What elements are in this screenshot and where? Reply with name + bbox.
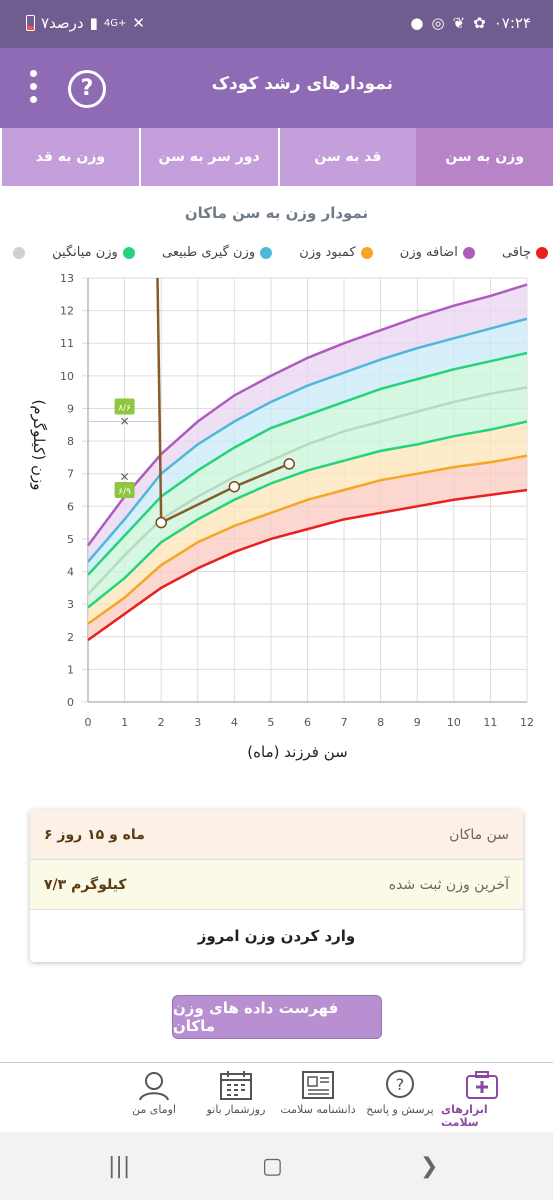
legend-item-gray xyxy=(8,245,25,260)
back-icon[interactable]: ❯ xyxy=(420,1154,438,1179)
weight-value: ۷/۳ کیلوگرم xyxy=(44,876,127,893)
tab-weight-age[interactable]: وزن به سن xyxy=(416,128,553,186)
page-title: نمودارهای رشد کودک xyxy=(211,74,393,94)
y-tick-label: 1 xyxy=(67,663,74,676)
legend-item-obese: چاقی xyxy=(502,245,548,260)
more-vert-icon[interactable] xyxy=(30,70,38,106)
signal-icon: ▮ xyxy=(89,14,98,32)
system-nav-bar: ||| ▢ ❯ xyxy=(0,1132,553,1200)
leaf-icon: ❦ xyxy=(452,14,466,32)
x-tick-label: 6 xyxy=(304,716,311,729)
tab-head-age[interactable]: دور سر به سن xyxy=(138,128,278,186)
y-tick-label: 11 xyxy=(60,337,74,350)
tab-height-age[interactable]: قد به سن xyxy=(277,128,417,186)
legend-item-blue: وزن گیری طبیعی xyxy=(162,245,273,260)
x-tick-label: 4 xyxy=(231,716,238,729)
y-tick-label: 13 xyxy=(60,272,74,285)
battery-icon xyxy=(26,15,35,31)
age-value: ۶ ماه و ۱۵ روز xyxy=(44,826,145,843)
y-axis-label: وزن (کیلوگرم) xyxy=(30,399,48,490)
clock-time: ۰۷:۲۴ xyxy=(493,14,531,32)
x-tick-label: 0 xyxy=(85,716,92,729)
x-tick-label: 10 xyxy=(447,716,461,729)
y-tick-label: 5 xyxy=(67,533,74,546)
y-tick-label: 4 xyxy=(67,566,74,579)
x-tick-label: 5 xyxy=(267,716,274,729)
y-tick-label: 0 xyxy=(67,696,74,709)
question-bubble-icon: ? xyxy=(386,1070,414,1098)
weight-list-button[interactable]: فهرست داده های وزن ماکان xyxy=(172,995,382,1039)
instagram-icon: ◎ xyxy=(431,14,445,32)
marker-x: ✕ xyxy=(120,415,130,429)
status-right: ● ◎ ❦ ✿ ۰۷:۲۴ xyxy=(410,14,531,32)
nav-encyclopedia[interactable]: دانشنامه سلامت xyxy=(277,1063,359,1132)
y-tick-label: 9 xyxy=(67,402,74,415)
enter-weight-button[interactable]: وارد کردن وزن امروز xyxy=(30,910,523,962)
nav-profile[interactable]: اومای من xyxy=(113,1063,195,1132)
calendar-icon xyxy=(220,1071,252,1100)
nav-health-tools[interactable]: ابزارهای سلامت xyxy=(441,1063,523,1132)
age-label: سن ماکان xyxy=(449,826,509,843)
bottom-nav: ابزارهای سلامت ? پرسش و پاسخ دانشنامه سل… xyxy=(0,1062,553,1132)
marker-label: ۸/۶ xyxy=(118,404,131,414)
newspaper-icon xyxy=(302,1071,334,1099)
chart-title: نمودار وزن به سن ماکان xyxy=(184,204,369,222)
weight-row: ۷/۳ کیلوگرم آخرین وزن ثبت شده xyxy=(30,860,523,910)
user-avatar-icon xyxy=(139,1072,169,1101)
medical-kit-icon xyxy=(466,1071,498,1099)
age-row: ۶ ماه و ۱۵ روز سن ماکان xyxy=(30,810,523,860)
y-tick-label: 12 xyxy=(60,305,74,318)
app-header: ? نمودارهای رشد کودک xyxy=(0,48,553,128)
y-tick-label: 3 xyxy=(67,598,74,611)
child-weight-point xyxy=(155,516,167,529)
chart-legend: چاقی اضافه وزن کمبود وزن وزن گیری طبیعی … xyxy=(8,245,548,260)
info-card: ۶ ماه و ۱۵ روز سن ماکان ۷/۳ کیلوگرم آخری… xyxy=(30,810,523,962)
help-icon[interactable]: ? xyxy=(68,70,106,108)
nav-calendar[interactable]: روزشمار بانو xyxy=(195,1063,277,1132)
chart-tabs: وزن به سن قد به سن دور سر به سن وزن به ق… xyxy=(0,128,553,186)
recent-apps-icon[interactable]: ||| xyxy=(108,1154,130,1179)
flower-icon: ✿ xyxy=(473,14,486,32)
weight-label: آخرین وزن ثبت شده xyxy=(388,876,509,893)
dot-icon: ● xyxy=(410,14,424,32)
x-tick-label: 11 xyxy=(483,716,497,729)
x-tick-label: 8 xyxy=(377,716,384,729)
child-weight-point xyxy=(228,480,241,493)
battery-percent: ۷درصد xyxy=(41,14,84,32)
mute-icon: ✕ xyxy=(132,14,145,32)
x-tick-label: 12 xyxy=(520,716,534,729)
status-bar: ۷درصد ▮ 4G+ ✕ ● ◎ ❦ ✿ ۰۷:۲۴ xyxy=(0,0,553,48)
y-tick-label: 8 xyxy=(67,435,74,448)
y-tick-label: 10 xyxy=(60,370,74,383)
x-tick-label: 3 xyxy=(194,716,201,729)
y-tick-label: 6 xyxy=(67,500,74,513)
x-axis-label: سن فرزند (ماه) xyxy=(247,743,347,761)
nav-qa[interactable]: ? پرسش و پاسخ xyxy=(359,1063,441,1132)
y-tick-label: 7 xyxy=(67,468,74,481)
svg-text:?: ? xyxy=(396,1075,405,1094)
marker-label: ۶/۹ xyxy=(118,487,131,497)
weight-age-chart: 0 1 2 3 4 5 6 7 8 9 10 11 12012345678910111213✕۸/۶✕۶… xyxy=(30,272,534,761)
home-icon[interactable]: ▢ xyxy=(262,1154,283,1179)
status-left: ۷درصد ▮ 4G+ ✕ xyxy=(26,14,145,32)
tab-weight-height[interactable]: وزن به قد xyxy=(0,128,139,186)
x-tick-label: 9 xyxy=(414,716,421,729)
legend-item-green: وزن میانگین xyxy=(52,245,135,260)
child-weight-point xyxy=(283,458,295,470)
legend-item-purple: اضافه وزن xyxy=(400,245,475,260)
y-tick-label: 2 xyxy=(67,631,74,644)
legend-item-orange: کمبود وزن xyxy=(299,245,373,260)
x-tick-label: 1 xyxy=(121,716,128,729)
network-label: 4G+ xyxy=(103,17,127,29)
x-tick-label: 7 xyxy=(341,716,348,729)
marker-x: ✕ xyxy=(120,470,130,484)
x-tick-label: 2 xyxy=(158,716,165,729)
